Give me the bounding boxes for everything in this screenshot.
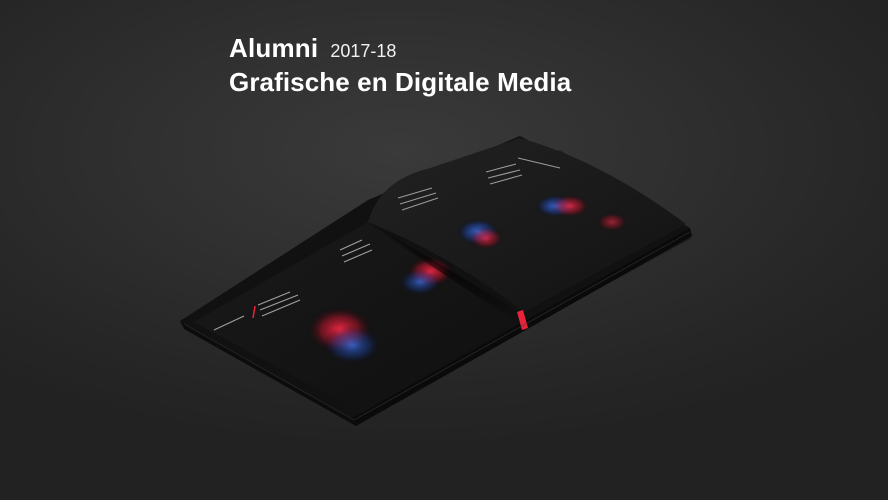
open-book-mockup — [180, 136, 692, 426]
portrait-red-glow-3 — [468, 226, 504, 250]
portrait-red-glow-4 — [550, 194, 590, 218]
portrait-blue-glow-2 — [398, 268, 442, 296]
hero-image: Alumni 2017-18 Grafische en Digitale Med… — [0, 0, 888, 500]
portrait-red-glow-5 — [596, 212, 628, 232]
portrait-blue-glow — [322, 325, 382, 365]
